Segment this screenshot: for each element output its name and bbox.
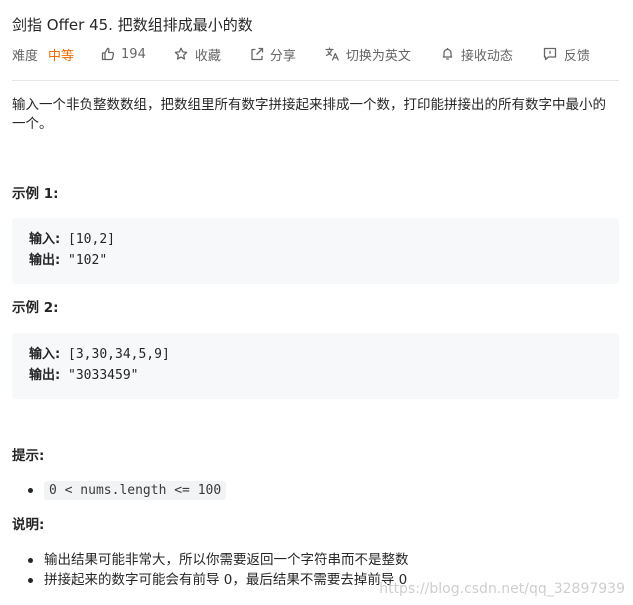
bell-icon: [441, 47, 454, 61]
favorite-button[interactable]: 收藏: [174, 45, 221, 64]
hint-title: 提示:: [12, 448, 45, 464]
problem-title: 剑指 Offer 45. 把数组排成最小的数: [12, 16, 253, 34]
note-title: 说明:: [12, 517, 45, 533]
note-list: 输出结果可能非常大，所以你需要返回一个字符串而不是整数 拼接起来的数字可能会有前…: [0, 550, 409, 590]
switch-language-label: 切换为英文: [345, 48, 411, 64]
example-1-title: 示例 1:: [12, 186, 59, 202]
list-item: 输出结果可能非常大，所以你需要返回一个字符串而不是整数: [0, 550, 409, 570]
subscribe-label: 接收动态: [460, 48, 513, 64]
list-item: 0 < nums.length <= 100: [0, 480, 227, 501]
example-2-input-line: 输入: [3,30,34,5,9]: [29, 344, 602, 365]
star-icon: [174, 47, 188, 61]
problem-meta-bar: 难度 中等 194 收藏 分享 切换为英文 接收动态 反馈: [12, 44, 590, 64]
subscribe-button[interactable]: 接收动态: [441, 45, 513, 64]
watermark: https://blog.csdn.net/qq_32897939: [379, 581, 625, 597]
difficulty-label: 难度: [12, 48, 39, 64]
example-2-input-label: 输入:: [29, 347, 61, 362]
feedback-button[interactable]: 反馈: [543, 45, 590, 64]
list-item: 拼接起来的数字可能会有前导 0，最后结果不需要去掉前导 0: [0, 570, 409, 590]
share-button[interactable]: 分享: [250, 45, 296, 64]
feedback-label: 反馈: [563, 48, 590, 64]
example-2-output-label: 输出:: [29, 368, 61, 383]
example-2-input: [3,30,34,5,9]: [68, 347, 170, 362]
example-1-input-line: 输入: [10,2]: [29, 229, 602, 250]
share-icon: [250, 47, 264, 61]
like-button[interactable]: 194: [101, 47, 146, 62]
favorite-label: 收藏: [194, 48, 221, 64]
example-1-input: [10,2]: [68, 232, 115, 247]
difficulty-badge: 中等: [48, 48, 75, 64]
switch-language-button[interactable]: 切换为英文: [325, 45, 411, 64]
example-1-output-line: 输出: "102": [29, 250, 602, 271]
share-label: 分享: [269, 48, 296, 64]
like-count: 194: [121, 46, 146, 62]
thumbs-up-icon: [101, 47, 115, 61]
example-1-output-label: 输出:: [29, 253, 61, 268]
example-2-block: 输入: [3,30,34,5,9] 输出: "3033459": [12, 333, 619, 399]
problem-description: 输入一个非负整数数组，把数组里所有数字拼接起来排成一个数，打印能拼接出的所有数字…: [12, 97, 606, 132]
example-2-title: 示例 2:: [12, 300, 59, 316]
example-1-block: 输入: [10,2] 输出: "102": [12, 218, 619, 284]
header-divider: [12, 80, 619, 81]
example-1-output: "102": [68, 253, 108, 268]
example-1-input-label: 输入:: [29, 232, 61, 247]
feedback-icon: [543, 47, 557, 61]
translate-icon: [325, 47, 340, 61]
hint-code: 0 < nums.length <= 100: [44, 481, 227, 500]
example-2-output-line: 输出: "3033459": [29, 365, 602, 386]
hint-list: 0 < nums.length <= 100: [0, 480, 227, 501]
example-2-output: "3033459": [68, 368, 139, 383]
